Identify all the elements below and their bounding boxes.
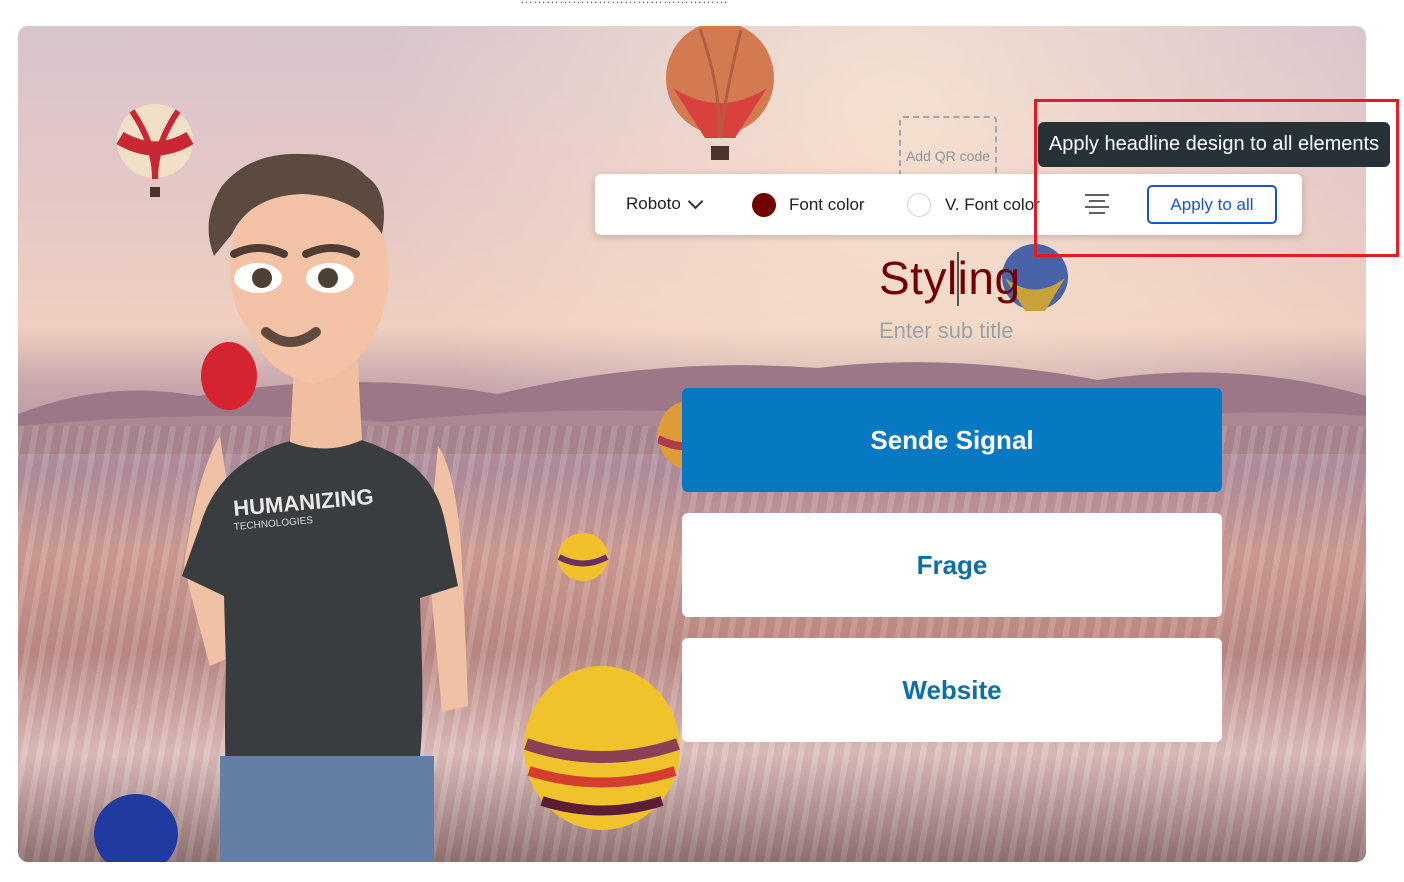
annotation-highlight-box bbox=[1034, 99, 1399, 257]
cropped-instruction-text: ………………………………………… bbox=[520, 0, 850, 3]
v-font-color-swatch[interactable] bbox=[907, 193, 931, 217]
v-font-color-picker[interactable]: V. Font color bbox=[907, 193, 1040, 217]
font-color-label: Font color bbox=[789, 195, 865, 214]
add-qr-code-placeholder[interactable]: Add QR code bbox=[899, 116, 997, 174]
font-color-swatch[interactable] bbox=[752, 193, 776, 217]
font-color-picker[interactable]: Font color bbox=[752, 193, 865, 217]
balloon-image bbox=[666, 26, 774, 160]
balloon-image bbox=[94, 794, 178, 862]
font-family-value: Roboto bbox=[626, 194, 681, 213]
send-signal-button[interactable]: Sende Signal bbox=[682, 388, 1222, 492]
avatar-illustration: HUMANIZING TECHNOLOGIES bbox=[182, 153, 468, 862]
subtitle-input[interactable]: Enter sub title bbox=[879, 318, 1014, 344]
v-font-color-label: V. Font color bbox=[945, 195, 1040, 214]
text-cursor bbox=[957, 252, 959, 306]
headline-text[interactable]: Styling bbox=[879, 255, 1021, 301]
website-button[interactable]: Website bbox=[682, 638, 1222, 742]
question-button[interactable]: Frage bbox=[682, 513, 1222, 617]
chevron-down-icon bbox=[687, 193, 704, 209]
font-family-dropdown[interactable]: Roboto bbox=[626, 193, 704, 214]
balloon-image bbox=[524, 666, 680, 830]
balloon-image bbox=[557, 533, 609, 581]
